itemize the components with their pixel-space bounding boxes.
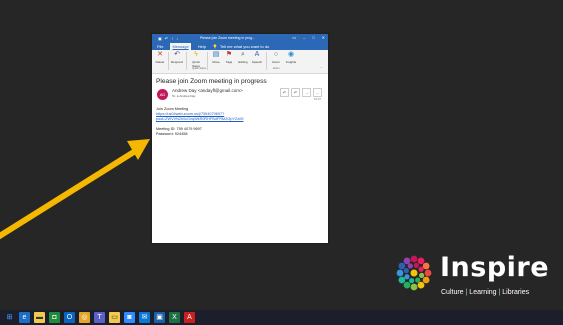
- respond-button[interactable]: ↶ Respond: [170, 51, 184, 64]
- menu-file[interactable]: File: [157, 44, 163, 49]
- logo-petal: [403, 281, 411, 289]
- search-icon: ⌕: [241, 51, 245, 58]
- folder-icon[interactable]: ▭: [109, 312, 120, 323]
- quick-steps-button[interactable]: ϟ Quick Steps: [189, 51, 203, 68]
- teams-icon[interactable]: T: [94, 312, 105, 323]
- up-arrow-icon[interactable]: ↑: [171, 36, 173, 41]
- reply-icon[interactable]: ↶: [280, 88, 289, 97]
- delete-icon: ✕: [157, 51, 163, 58]
- delete-button[interactable]: ✕ Delete: [153, 51, 167, 64]
- meeting-password: Password: 924458: [156, 132, 188, 136]
- logo-petal: [418, 266, 424, 272]
- ribbon-separator: [168, 52, 169, 70]
- zoom-app-icon[interactable]: ◙: [124, 312, 135, 323]
- mail-icon[interactable]: ✉: [139, 312, 150, 323]
- move-button[interactable]: ▤ Move: [209, 51, 223, 64]
- menu-help[interactable]: Help: [198, 44, 206, 49]
- flag-icon: ⚑: [225, 51, 233, 58]
- logo-petal: [410, 283, 418, 291]
- logo-petal: [422, 276, 430, 284]
- ribbon-display-icon[interactable]: ▭: [292, 35, 296, 40]
- logo-petal: [404, 274, 410, 280]
- insights-icon: ◉: [287, 51, 295, 58]
- title-bar[interactable]: ▣ ↶ ↑ ↓ Please join Zoom meeting in prog…: [152, 34, 328, 42]
- logo-petal: [398, 262, 406, 270]
- collapse-ribbon-icon[interactable]: ⌃: [320, 67, 322, 70]
- logo-center: [410, 269, 418, 277]
- minimize-icon[interactable]: –: [303, 35, 305, 40]
- message-subject: Please join Zoom meeting in progress: [156, 78, 267, 85]
- speech-icon: A: [254, 51, 260, 58]
- tags-button[interactable]: ⚑ Tags: [222, 51, 236, 64]
- tell-me-box[interactable]: 💡 Tell me what you want to do: [213, 44, 269, 49]
- reply-icon: ↶: [174, 51, 180, 58]
- photos-icon[interactable]: ▣: [154, 312, 165, 323]
- edge-icon[interactable]: e: [19, 312, 30, 323]
- taskbar: ⊞ e ▬ ◘ O ◎ T ▭ ◙ ✉ ▣ X A: [0, 310, 563, 325]
- window-title: Please join Zoom meeting in prog...: [200, 36, 256, 40]
- ribbon-separator: [207, 52, 208, 70]
- move-icon: ▤: [212, 51, 220, 58]
- quick-access-toolbar: ▣ ↶ ↑ ↓: [152, 36, 178, 41]
- speech-button[interactable]: A Speech: [250, 51, 264, 64]
- flower-logo-icon: [396, 255, 432, 291]
- logo-petal: [396, 269, 404, 277]
- ribbon-separator: [186, 52, 187, 70]
- store-icon[interactable]: ◘: [49, 312, 60, 323]
- logo-petal: [417, 281, 425, 289]
- zoom-group-label: Zoom: [273, 67, 280, 70]
- outlook-icon[interactable]: O: [64, 312, 75, 323]
- logo-petal: [424, 269, 432, 277]
- logo-petal: [403, 257, 411, 265]
- reading-pane: Please join Zoom meeting in progress AD …: [152, 74, 328, 140]
- logo-petal: [407, 263, 413, 269]
- logo-tagline: Culture | Learning | Libraries: [441, 289, 530, 296]
- logo-petal: [419, 272, 425, 278]
- ribbon-separator: [266, 52, 267, 70]
- maximize-icon[interactable]: □: [312, 35, 314, 40]
- ribbon: ✕ Delete ↶ Respond ϟ Quick Steps Quick Step…: [152, 50, 328, 74]
- logo-petal: [409, 278, 415, 284]
- lightning-icon: ϟ: [194, 51, 198, 58]
- close-icon[interactable]: ✕: [322, 35, 325, 40]
- sender-header: AD Andrew Day <andayfl@gmail.com> To: ● …: [156, 88, 324, 104]
- logo-petal: [403, 268, 409, 274]
- forward-icon[interactable]: →: [302, 88, 311, 97]
- message-body: Join Zoom Meeting https://us04web.zoom.u…: [156, 107, 324, 137]
- chrome-icon[interactable]: ◎: [79, 312, 90, 323]
- sender-name[interactable]: Andrew Day <andayfl@gmail.com>: [172, 88, 243, 93]
- logo-petal: [413, 262, 419, 268]
- logo-petal: [398, 276, 406, 284]
- message-date: 15:07: [314, 97, 321, 101]
- reply-all-icon[interactable]: ↶: [291, 88, 300, 97]
- more-icon[interactable]: …: [313, 88, 322, 97]
- logo-petal: [417, 257, 425, 265]
- excel-icon[interactable]: X: [169, 312, 180, 323]
- editing-button[interactable]: ⌕ Editing: [236, 51, 250, 64]
- menu-message[interactable]: Message: [170, 43, 191, 50]
- logo-petal: [422, 262, 430, 270]
- windows-start-icon[interactable]: ⊞: [4, 312, 15, 323]
- logo-wordmark: Inspire: [440, 252, 550, 283]
- tell-me-text: Tell me what you want to do: [219, 43, 270, 49]
- outlook-message-window[interactable]: ▣ ↶ ↑ ↓ Please join Zoom meeting in prog…: [152, 34, 328, 243]
- zoom-icon: ○: [273, 51, 279, 58]
- save-icon[interactable]: ▣: [158, 36, 162, 41]
- file-explorer-icon[interactable]: ▬: [34, 312, 45, 323]
- avatar: AD: [157, 89, 168, 100]
- recipient: To: ● Andrew Day: [172, 94, 196, 98]
- inspire-logo: Inspire Culture | Learning | Libraries: [391, 246, 551, 302]
- logo-petal: [410, 255, 418, 263]
- quick-steps-group-label: Quick Steps: [192, 67, 206, 70]
- logo-petal: [415, 277, 421, 283]
- undo-icon[interactable]: ↶: [165, 36, 168, 41]
- insights-button[interactable]: ◉ Insights: [284, 51, 298, 64]
- zoom-button[interactable]: ○ Zoom: [269, 51, 283, 64]
- lightbulb-icon: 💡: [212, 43, 218, 49]
- menu-bar: File Message Help 💡 Tell me what you wan…: [152, 42, 328, 50]
- down-arrow-icon[interactable]: ↓: [176, 36, 178, 41]
- acrobat-icon[interactable]: A: [184, 312, 195, 323]
